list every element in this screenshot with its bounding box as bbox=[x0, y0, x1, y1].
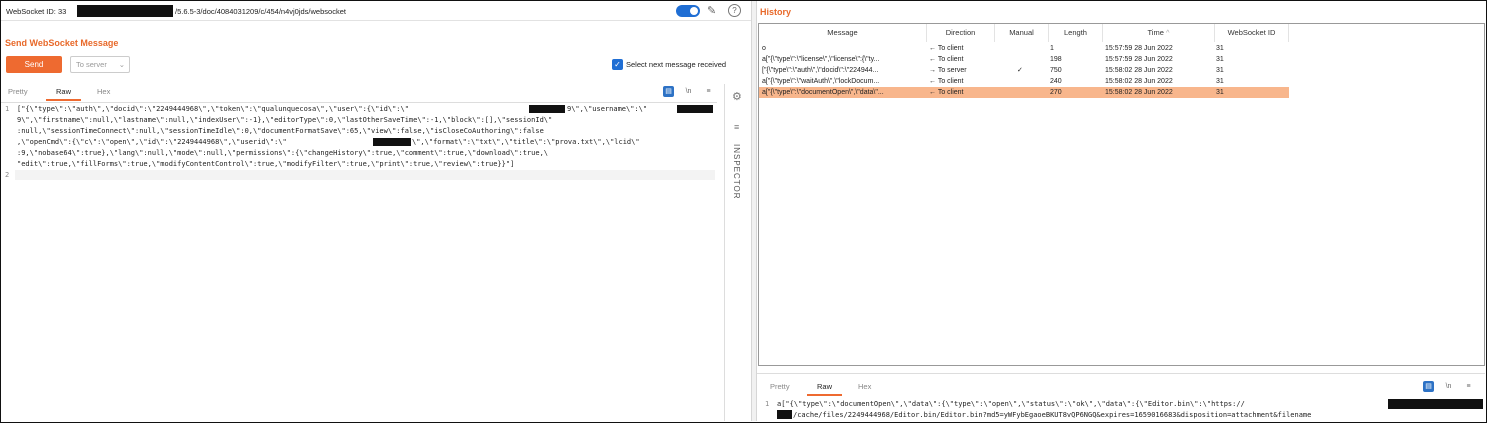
select-next-checkbox[interactable]: ✓ bbox=[612, 59, 623, 70]
code-line: ["{\"type\":\"auth\",\"docid\":\"2249444… bbox=[17, 105, 409, 113]
redacted-block bbox=[1388, 399, 1483, 409]
tab-raw[interactable]: Raw bbox=[56, 87, 71, 96]
column-header-manual[interactable]: Manual bbox=[995, 24, 1049, 42]
newline-toggle-icon[interactable]: \n bbox=[1443, 381, 1454, 392]
column-header-direction[interactable]: Direction bbox=[927, 24, 995, 42]
code-line: a["{\"type\":\"documentOpen\",\"data\":{… bbox=[777, 400, 1245, 408]
line-number: 1 bbox=[765, 400, 770, 408]
cell-length: 240 bbox=[1050, 78, 1062, 85]
cell-websocket-id: 31 bbox=[1216, 56, 1224, 63]
tab-hex[interactable]: Hex bbox=[97, 87, 110, 96]
redacted-block bbox=[529, 105, 565, 113]
cell-length: 1 bbox=[1050, 45, 1054, 52]
send-message-panel: WebSocket ID: 33 /5.6.5-3/doc/4084031209… bbox=[1, 1, 751, 421]
column-header-time[interactable]: Time ^ bbox=[1103, 24, 1215, 42]
history-table: Message Direction Manual Length Time ^ W… bbox=[758, 23, 1485, 366]
table-row[interactable]: a["{\"type\":\"waitAuth\",\"lockDocum...… bbox=[759, 76, 1289, 87]
tab-hex[interactable]: Hex bbox=[858, 382, 871, 391]
raw-editor[interactable]: 1 2 ["{\"type\":\"auth\",\"docid\":\"224… bbox=[1, 102, 717, 420]
active-tab-underline bbox=[807, 394, 842, 396]
tab-pretty[interactable]: Pretty bbox=[8, 87, 28, 96]
current-line-highlight bbox=[15, 170, 715, 180]
cell-message: a["{\"type\":\"license\",\"license\":{\"… bbox=[762, 56, 880, 63]
table-row[interactable]: a["{\"type\":\"license\",\"license\":{\"… bbox=[759, 54, 1289, 65]
gear-icon[interactable]: ⚙ bbox=[732, 90, 742, 103]
intercept-toggle[interactable] bbox=[676, 5, 700, 17]
inspector-label[interactable]: INSPECTOR bbox=[732, 144, 741, 200]
column-header-message[interactable]: Message bbox=[759, 24, 927, 42]
menu-icon[interactable]: ≡ bbox=[1463, 381, 1474, 392]
cell-length: 198 bbox=[1050, 56, 1062, 63]
tab-pretty[interactable]: Pretty bbox=[770, 382, 790, 391]
cell-direction: ← To client bbox=[929, 78, 964, 85]
cell-websocket-id: 31 bbox=[1216, 67, 1224, 74]
viewer-tabs: Pretty Raw Hex ▤ \n ≡ bbox=[757, 381, 1485, 398]
cell-time: 15:57:59 28 Jun 2022 bbox=[1105, 56, 1173, 63]
line-number: 2 bbox=[5, 171, 10, 179]
inspector-sidebar[interactable]: ⚙ ≡ INSPECTOR bbox=[724, 84, 751, 421]
message-actions-icon[interactable]: ▤ bbox=[663, 86, 674, 97]
cell-message: a["{\"type\":\"waitAuth\",\"lockDocum... bbox=[762, 78, 880, 85]
cell-length: 270 bbox=[1050, 89, 1062, 96]
edit-pencil-icon[interactable]: ✎ bbox=[707, 4, 716, 17]
table-row-selected[interactable]: a["{\"type\":\"documentOpen\",\"data\"..… bbox=[759, 87, 1289, 98]
help-icon[interactable]: ? bbox=[728, 4, 741, 17]
chevron-down-icon: ⌄ bbox=[118, 60, 125, 69]
code-line: ,\"openCmd\":{\"c\":\"open\",\"id\":\"22… bbox=[17, 138, 287, 146]
cell-manual: ✓ bbox=[1017, 67, 1023, 74]
redacted-block bbox=[777, 410, 792, 419]
code-line: 9\",\"firstname\":null,\"lastname\":null… bbox=[17, 116, 553, 124]
target-select-value: To server bbox=[76, 60, 107, 69]
cell-websocket-id: 31 bbox=[1216, 45, 1224, 52]
cell-message: ["{\"type\":\"auth\",\"docid\":\"224944.… bbox=[762, 67, 879, 74]
history-panel: History Message Direction Manual Length … bbox=[757, 1, 1485, 421]
websocket-id-label: WebSocket ID: 33 bbox=[6, 7, 67, 16]
cell-time: 15:58:02 28 Jun 2022 bbox=[1105, 89, 1173, 96]
cell-time: 15:58:02 28 Jun 2022 bbox=[1105, 78, 1173, 85]
newline-toggle-icon[interactable]: \n bbox=[683, 86, 694, 97]
code-line: /cache/files/2249444968/Editor.bin/Edito… bbox=[793, 411, 1312, 419]
table-row[interactable]: o ← To client 1 15:57:59 28 Jun 2022 31 bbox=[759, 43, 1289, 54]
inspector-lines-icon[interactable]: ≡ bbox=[734, 122, 739, 132]
tab-raw[interactable]: Raw bbox=[817, 382, 832, 391]
code-line: :null,\"sessionTimeConnect\":null,\"sess… bbox=[17, 127, 544, 135]
target-select[interactable]: To server ⌄ bbox=[70, 56, 130, 73]
message-actions-icon[interactable]: ▤ bbox=[1423, 381, 1434, 392]
select-next-label: Select next message received bbox=[626, 60, 727, 69]
menu-icon[interactable]: ≡ bbox=[703, 86, 714, 97]
cell-time: 15:58:02 28 Jun 2022 bbox=[1105, 67, 1173, 74]
sort-ascending-icon: ^ bbox=[1165, 28, 1170, 37]
cell-websocket-id: 31 bbox=[1216, 89, 1224, 96]
code-line: 9\",\"username\":\" bbox=[567, 105, 648, 113]
cell-direction: → To server bbox=[929, 67, 967, 74]
redacted-block bbox=[677, 105, 713, 113]
code-line: \",\"format\":\"txt\",\"title\":\"prova.… bbox=[412, 138, 640, 146]
column-header-length[interactable]: Length bbox=[1049, 24, 1103, 42]
active-tab-underline bbox=[46, 99, 81, 101]
column-header-websocket-id[interactable]: WebSocket ID bbox=[1215, 24, 1289, 42]
cell-message: o bbox=[762, 45, 766, 52]
code-line: :9,\"nobase64\":true},\"lang\":null,\"mo… bbox=[17, 149, 549, 157]
cell-message: a["{\"type\":\"documentOpen\",\"data\"..… bbox=[762, 89, 884, 96]
cell-websocket-id: 31 bbox=[1216, 78, 1224, 85]
cell-direction: ← To client bbox=[929, 45, 964, 52]
history-title: History bbox=[760, 7, 792, 17]
code-line: "edit\":true,\"fillForms\":true,\"modify… bbox=[17, 160, 515, 168]
redacted-block bbox=[373, 138, 411, 146]
cell-length: 750 bbox=[1050, 67, 1062, 74]
editor-tabs: Pretty Raw Hex ▤ \n ≡ bbox=[1, 86, 723, 103]
cell-direction: ← To client bbox=[929, 56, 964, 63]
send-message-title: Send WebSocket Message bbox=[5, 38, 119, 48]
websocket-url: /5.6.5-3/doc/4084031209/c/454/n4vj0jds/w… bbox=[175, 7, 346, 16]
send-button[interactable]: Send bbox=[6, 56, 62, 73]
cell-time: 15:57:59 28 Jun 2022 bbox=[1105, 45, 1173, 52]
websocket-bar: WebSocket ID: 33 /5.6.5-3/doc/4084031209… bbox=[1, 1, 751, 21]
table-row[interactable]: ["{\"type\":\"auth\",\"docid\":\"224944.… bbox=[759, 65, 1289, 76]
column-header-time-label: Time bbox=[1147, 28, 1164, 37]
line-number: 1 bbox=[5, 105, 10, 113]
redacted-block bbox=[77, 5, 173, 17]
cell-direction: ← To client bbox=[929, 89, 964, 96]
message-viewer: Pretty Raw Hex ▤ \n ≡ 1 a["{\"type\":\"d… bbox=[757, 373, 1485, 421]
